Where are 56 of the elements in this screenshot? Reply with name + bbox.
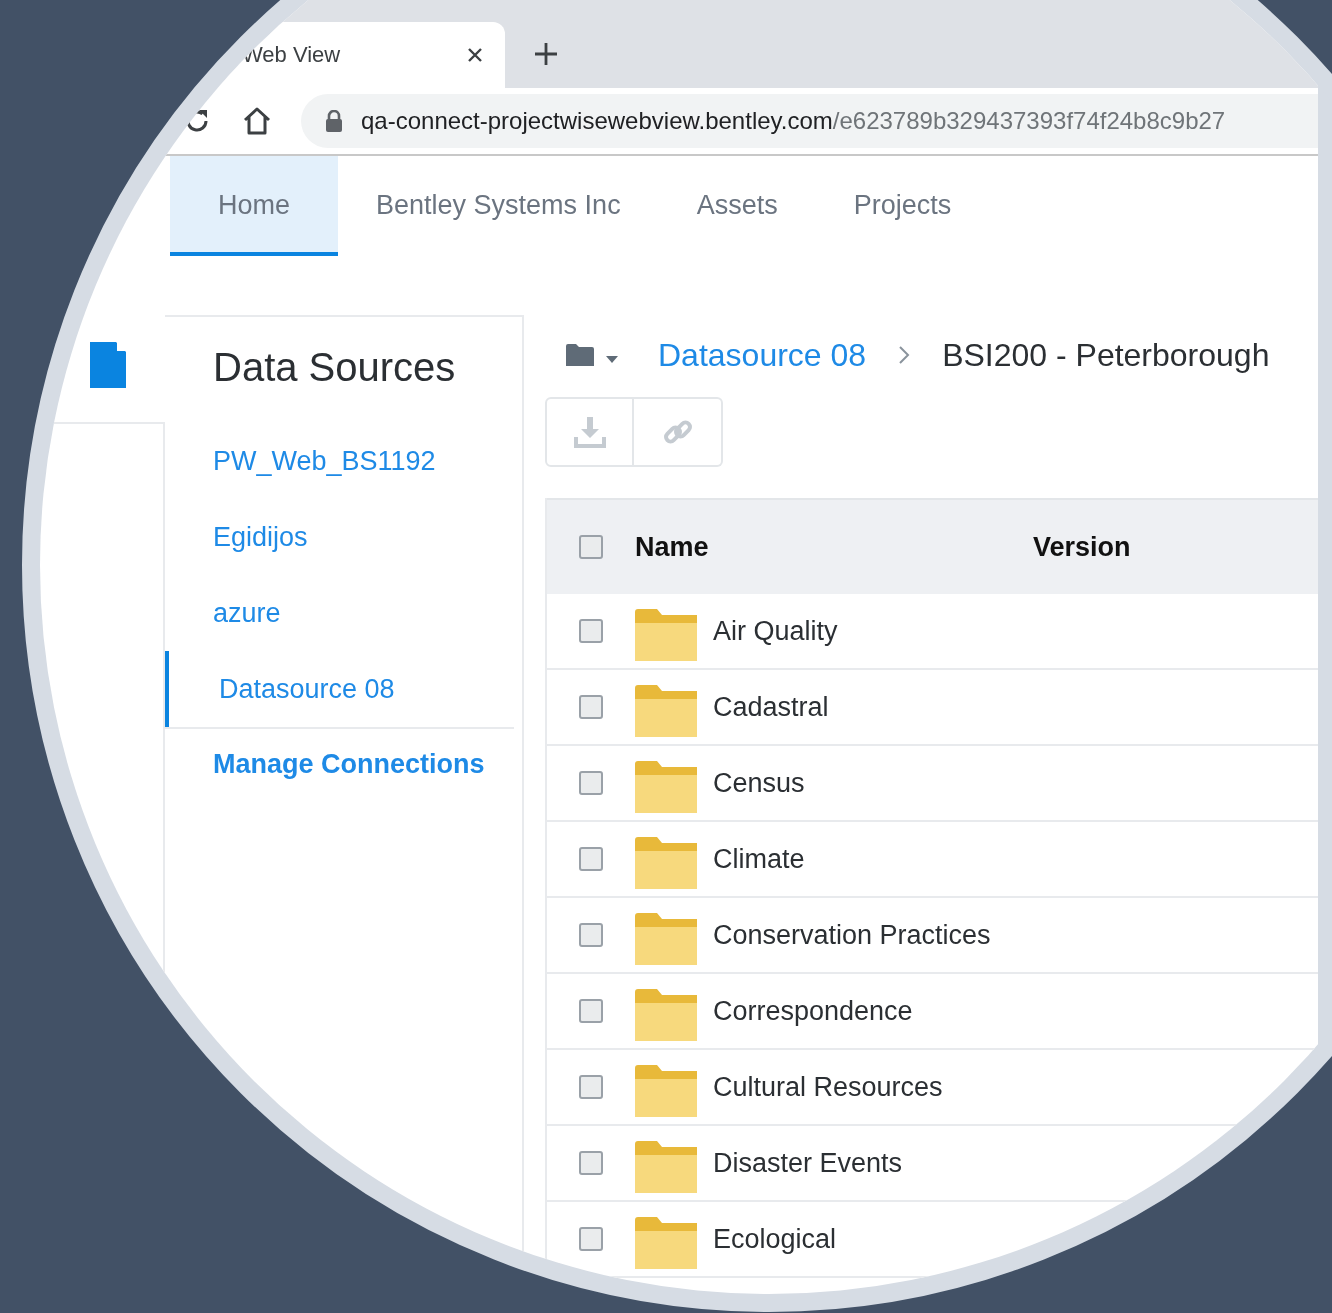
datasource-item[interactable]: Datasource 08 — [165, 651, 522, 727]
folder-menu-button[interactable] — [566, 344, 618, 366]
checkbox[interactable] — [579, 999, 603, 1023]
folder-name[interactable]: Census — [713, 767, 805, 799]
checkbox[interactable] — [579, 771, 603, 795]
folder-name[interactable]: Correspondence — [713, 995, 913, 1027]
manage-connections-link[interactable]: Manage Connections — [165, 729, 522, 780]
nav-tab[interactable]: Bentley Systems Inc — [338, 156, 659, 256]
folder-icon — [635, 761, 697, 813]
nav-tab[interactable]: Assets — [658, 156, 816, 256]
home-icon[interactable] — [241, 105, 273, 137]
folder-icon — [635, 685, 697, 737]
folder-icon — [635, 1141, 697, 1193]
link-button[interactable] — [634, 397, 723, 467]
folder-icon — [635, 609, 697, 661]
folder-name[interactable]: Cultural Resources — [713, 1071, 943, 1103]
column-header[interactable]: Version — [1033, 531, 1131, 563]
folder-icon — [635, 837, 697, 889]
folder-icon — [635, 913, 697, 965]
datasource-item[interactable]: azure — [165, 575, 522, 651]
checkbox[interactable] — [579, 1075, 603, 1099]
folder-icon — [566, 344, 594, 366]
caret-icon — [606, 356, 618, 364]
folder-name[interactable]: Conservation Practices — [713, 919, 991, 951]
checkbox[interactable] — [579, 695, 603, 719]
panel-title: Data Sources — [212, 344, 457, 391]
url-text: qa-connect-projectwisewebview.bentley.com/e623789b329437393f74f24b8c9b27 — [361, 107, 1226, 135]
checkbox[interactable] — [579, 619, 603, 643]
folder-icon — [635, 1217, 697, 1269]
download-icon — [572, 415, 607, 449]
folder-name[interactable]: Disaster Events — [713, 1147, 903, 1179]
address-bar[interactable]: qa-connect-projectwisewebview.bentley.com/e623789b329437393f74f24b8c9b27 — [301, 94, 1318, 148]
breadcrumb-current: BSI200 - Peterborough — [942, 336, 1270, 374]
datasource-item[interactable]: PW_Web_BS1192 — [165, 423, 522, 499]
checkbox[interactable] — [579, 1151, 603, 1175]
folder-name[interactable]: Ecological — [713, 1223, 837, 1255]
checkbox[interactable] — [579, 923, 603, 947]
chevron-icon — [898, 345, 911, 365]
folder-icon — [635, 989, 697, 1041]
file-icon[interactable] — [90, 342, 126, 388]
breadcrumb-link[interactable]: Datasource 08 — [658, 336, 867, 374]
nav-tab[interactable]: Home — [170, 156, 339, 256]
lock-icon — [325, 110, 343, 132]
checkbox[interactable] — [579, 1227, 603, 1251]
download-button[interactable] — [545, 397, 634, 467]
column-header[interactable]: Name — [635, 531, 1033, 563]
folder-name[interactable]: Cadastral — [713, 691, 829, 723]
checkbox[interactable] — [579, 847, 603, 871]
plus-icon[interactable] — [534, 42, 558, 66]
close-icon[interactable] — [467, 47, 483, 63]
folder-name[interactable]: Air Quality — [713, 615, 838, 647]
datasource-item[interactable]: Egidijos — [165, 499, 522, 575]
folder-icon — [635, 1065, 697, 1117]
folder-name[interactable]: Climate — [713, 843, 805, 875]
checkbox[interactable] — [579, 535, 603, 559]
nav-tab[interactable]: Projects — [815, 156, 990, 256]
